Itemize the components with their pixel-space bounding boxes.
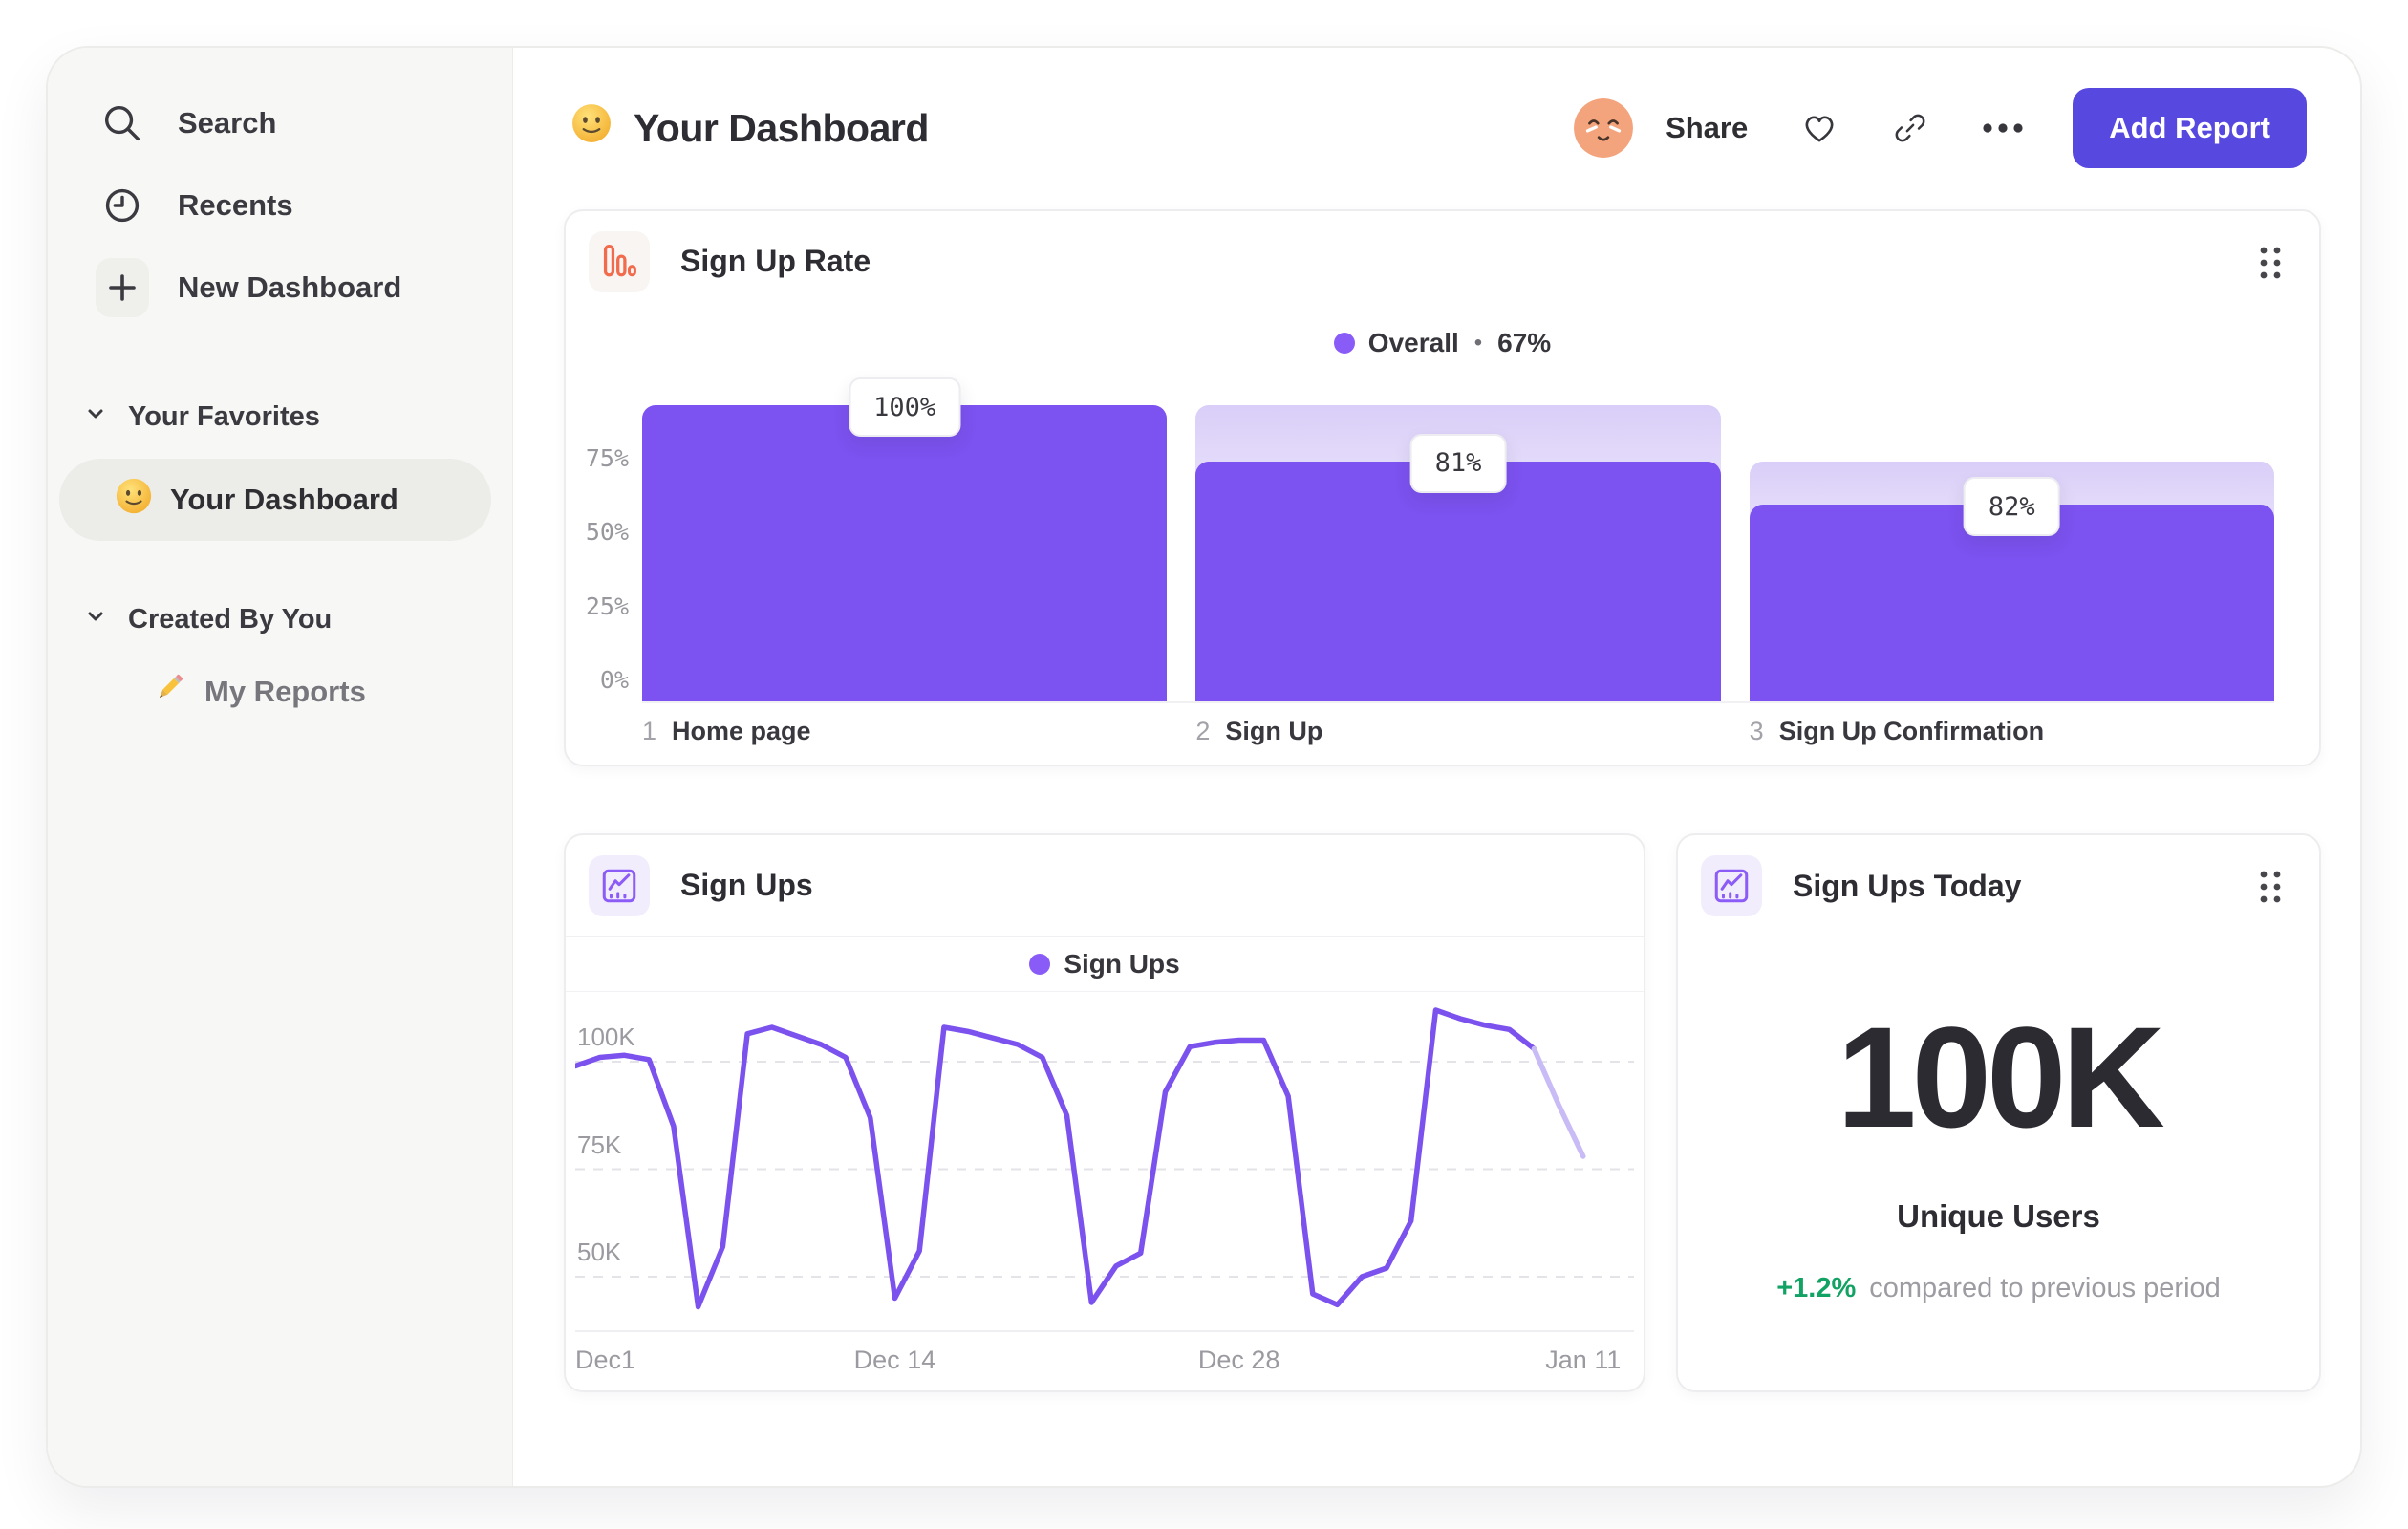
signups-line [575,1007,1537,1310]
page-title: Your Dashboard [634,105,929,150]
legend-dot-icon [1029,953,1051,975]
card-header: Sign Up Rate [566,211,2319,312]
chevron-down-icon [84,401,107,433]
funnel-step-number: 1 [642,717,657,745]
card-title: Sign Up Rate [680,244,871,278]
sidebar-item-label: Recents [178,188,293,222]
funnel-step-name: Sign Up Confirmation [1778,717,2045,745]
funnel-step-number: 3 [1749,717,1764,745]
search-icon [96,100,149,146]
smiley-emoji-icon [570,102,613,154]
funnel-bar[interactable]: 100% [642,377,1168,701]
signups-today-card: Sign Ups Today 100K Unique Users +1.2% c… [1676,833,2321,1392]
funnel-bar[interactable]: 82% [1749,407,2274,701]
funnel-step-name: Home page [672,717,811,745]
avatar[interactable] [1574,98,1634,158]
plus-icon [96,258,149,317]
kpi-value: 100K [1837,997,2165,1157]
legend-dot-icon [1333,333,1355,354]
line-legend[interactable]: Sign Ups [566,937,1644,992]
add-report-button[interactable]: Add Report [2073,88,2307,168]
sidebar-section-favorites[interactable]: Your Favorites [48,388,512,445]
sidebar-item-new-dashboard[interactable]: New Dashboard [48,247,512,329]
funnel-step-label: 1 Home page [642,717,1167,746]
signups-card: Sign Ups Sign Ups 100K 75K 50K Dec1 Dec 14 D… [564,833,1645,1392]
line-x-axis: Dec1 Dec 14 Dec 28 Jan 11 [575,1346,1634,1384]
funnel-legend[interactable]: Overall • 67% [566,312,2319,374]
kpi-body: 100K Unique Users +1.2% compared to prev… [1678,1005,2319,1304]
x-tick-label: Jan 11 [1545,1346,1622,1374]
kpi-delta-row: +1.2% compared to previous period [1678,1273,2319,1304]
y-tick-label: 25% [585,592,629,620]
card-title: Sign Ups [680,868,813,902]
card-header: Sign Ups [566,835,1644,937]
sidebar-item-my-reports[interactable]: My Reports [48,654,512,730]
chevron-down-icon [84,604,107,635]
page-title-group: Your Dashboard [570,102,929,154]
y-tick-label: 50% [585,518,629,546]
line-chart-icon [1701,855,1762,916]
app-window: Search Recents New Dashboard Your Favori… [46,46,2362,1488]
funnel-value-badge: 82% [1963,477,2060,537]
funnel-plot: 100% 81% 82% [642,377,2274,703]
sidebar-item-recents[interactable]: Recents [48,164,512,247]
section-label: Your Favorites [128,400,320,432]
copy-link-icon[interactable] [1891,109,1929,147]
signup-rate-card: Sign Up Rate Overall • 67% 75% 50% 25% 0% 1… [564,209,2321,766]
page-header: Your Dashboard Share Add Report [570,88,2307,168]
sidebar-item-label: My Reports [204,675,366,708]
favorite-heart-icon[interactable] [1799,108,1839,148]
funnel-bar-fill [642,405,1168,701]
sidebar-item-label: Your Dashboard [170,483,398,516]
funnel-value-badge: 81% [1409,433,1507,493]
section-label: Created By You [128,603,333,635]
sidebar-item-label: New Dashboard [178,270,402,304]
kpi-delta-note: compared to previous period [1869,1273,2221,1303]
share-button[interactable]: Share [1666,111,1748,145]
funnel-step-name: Sign Up [1225,717,1323,745]
y-tick-label: 0% [599,666,629,694]
signups-line [1531,1045,1586,1159]
header-actions: Share Add Report [1574,88,2307,168]
sidebar-section-created[interactable]: Created By You [48,591,512,648]
legend-label: Overall [1367,328,1459,357]
legend-bullet: • [1473,330,1483,355]
drag-handle-icon[interactable] [2258,246,2283,285]
funnel-bar-fill [1195,461,1721,701]
x-tick-label: Dec1 [575,1346,636,1374]
funnel-step-label: 3 Sign Up Confirmation [1750,717,2274,746]
card-title: Sign Ups Today [1793,868,2022,903]
y-tick-label: 75% [585,443,629,472]
smiley-emoji-icon [115,477,153,523]
funnel-y-axis: 75% 50% 25% 0% [575,407,629,703]
sidebar-item-label: Search [178,106,277,140]
pencil-icon [151,670,187,714]
kpi-delta: +1.2% [1776,1273,1857,1303]
sidebar-item-search[interactable]: Search [48,82,512,164]
funnel-value-badge: 100% [849,377,961,437]
funnel-x-axis: 1 Home page 2 Sign Up 3 Sign Up Confirmation [642,717,2274,746]
funnel-chart-icon [589,230,650,292]
x-tick-label: Dec 14 [853,1346,936,1374]
clock-icon [96,183,149,228]
more-options-icon[interactable] [1981,120,2025,136]
kpi-label: Unique Users [1897,1198,2100,1234]
card-header: Sign Ups Today [1678,835,2319,937]
legend-value: 67% [1497,328,1552,357]
sidebar-item-your-dashboard[interactable]: Your Dashboard [59,459,491,541]
main-area: Your Dashboard Share Add Report Sign Up … [513,48,2360,1486]
drag-handle-icon[interactable] [2258,870,2283,909]
line-plot: 100K 75K 50K [575,1002,1634,1332]
sidebar: Search Recents New Dashboard Your Favori… [48,48,513,1486]
funnel-step-number: 2 [1195,717,1211,745]
x-tick-label: Dec 28 [1197,1346,1280,1374]
funnel-bar[interactable]: 81% [1195,405,1721,701]
funnel-step-label: 2 Sign Up [1195,717,1720,746]
legend-label: Sign Ups [1064,948,1180,979]
line-chart-icon [589,854,650,916]
